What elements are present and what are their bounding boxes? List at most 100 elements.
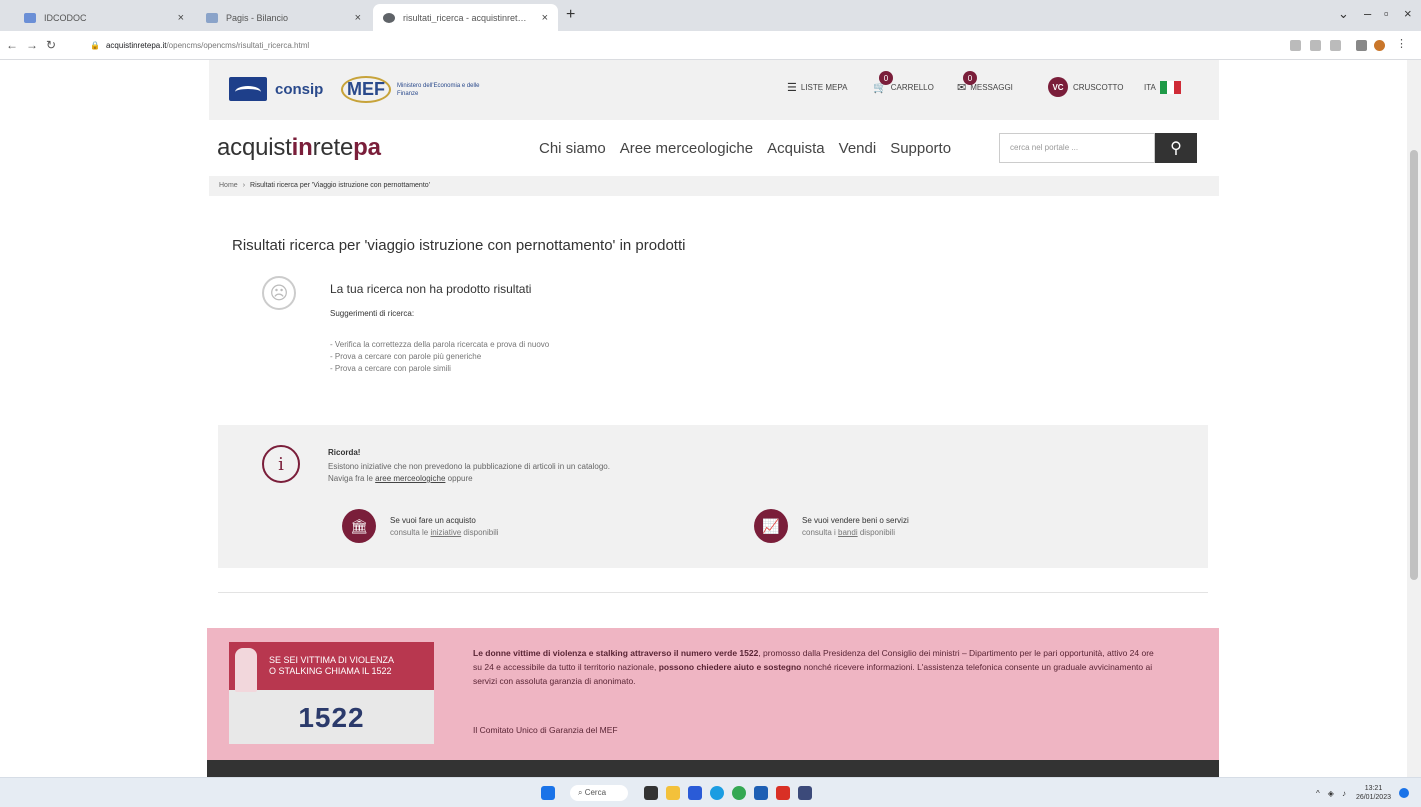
text: consulta i	[802, 527, 836, 537]
store-icon[interactable]	[688, 786, 702, 800]
nav-chi-siamo[interactable]: Chi siamo	[539, 140, 606, 157]
logo-part: rete	[312, 134, 354, 161]
page-title: Risultati ricerca per 'viaggio istruzion…	[232, 237, 686, 254]
1522-card[interactable]: SE SEI VITTIMA DI VIOLENZA O STALKING CH…	[229, 642, 434, 744]
buy-sub: consulta le iniziative disponibili	[390, 528, 499, 537]
share-icon[interactable]	[1310, 40, 1321, 51]
restore-icon[interactable]: ▫	[1384, 6, 1389, 21]
chevron-down-icon[interactable]: ⌄	[1338, 6, 1349, 22]
suggestions-list: - Verifica la correttezza della parola r…	[330, 339, 549, 375]
breadcrumb-current: Risultati ricerca per 'Viaggio istruzion…	[250, 182, 431, 189]
sell-sub: consulta i bandi disponibili	[802, 528, 909, 537]
chrome-icon[interactable]	[732, 786, 746, 800]
cruscotto-link[interactable]: VC CRUSCOTTO	[1048, 77, 1124, 97]
minimize-icon[interactable]: –	[1364, 6, 1371, 21]
star-icon[interactable]	[1330, 40, 1341, 51]
logo-part: pa	[353, 134, 381, 161]
card-line1: SE SEI VITTIMA DI VIOLENZA	[269, 655, 395, 665]
tab-risultati[interactable]: risultati_ricerca - acquistinret… ×	[373, 4, 558, 31]
bank-icon[interactable]: 🏛	[342, 509, 376, 543]
nav-acquista[interactable]: Acquista	[767, 140, 825, 157]
chevron-up-icon[interactable]: ^	[1316, 789, 1320, 798]
chart-icon[interactable]: 📈	[754, 509, 788, 543]
app-icon[interactable]	[776, 786, 790, 800]
violence-signature: Il Comitato Unico di Garanzia del MEF	[473, 725, 618, 735]
messaggi-link[interactable]: ✉ 0 MESSAGGI	[957, 71, 1013, 94]
close-icon[interactable]: ×	[178, 12, 184, 24]
new-tab-icon[interactable]: +	[566, 6, 575, 24]
mail-icon[interactable]	[754, 786, 768, 800]
consip-logo[interactable]: consip	[229, 77, 323, 101]
scrollbar[interactable]	[1407, 60, 1421, 777]
url-field[interactable]: 🔒 acquistinretepa.it /opencms/opencms/ri…	[90, 35, 1250, 56]
cart-icon: 🛒 0	[873, 71, 893, 94]
iniziative-link[interactable]: iniziative	[430, 528, 461, 537]
carrello-link[interactable]: 🛒 0 CARRELLO	[873, 71, 934, 94]
search-button[interactable]: ⚲	[1155, 133, 1197, 163]
clock[interactable]: 13:21 26/01/2023	[1356, 784, 1391, 802]
text: disponibili	[859, 527, 895, 537]
info-line2: Naviga fra le aree merceologiche oppure	[328, 473, 610, 485]
italy-flag-icon	[1159, 81, 1181, 94]
main-nav: Chi siamo Aree merceologiche Acquista Ve…	[539, 140, 965, 157]
url-path: /opencms/opencms/risultati_ricerca.html	[166, 41, 310, 50]
ricorda-title: Ricorda!	[328, 448, 361, 457]
text: consulta le	[390, 527, 429, 537]
menu-icon[interactable]: ⋮	[1396, 37, 1407, 50]
app-icon[interactable]	[798, 786, 812, 800]
taskbar: ⌕ Cerca ^ ◈ ♪ 13:21 26/01/2023	[0, 777, 1421, 807]
browser-tabbar: IDCODOC × Pagis - Bilancio × risultati_r…	[0, 0, 1421, 31]
edge-icon[interactable]	[710, 786, 724, 800]
sell-title: Se vuoi vendere beni o servizi	[802, 515, 909, 525]
tab-idcodoc[interactable]: IDCODOC ×	[14, 4, 194, 31]
card-number: 1522	[298, 702, 365, 733]
breadcrumb-home[interactable]: Home	[219, 182, 238, 189]
info-icon: i	[262, 445, 300, 483]
profile-icon[interactable]	[1374, 40, 1385, 51]
nav-aree-merceologiche[interactable]: Aree merceologiche	[620, 140, 753, 157]
scrollbar-thumb[interactable]	[1410, 150, 1418, 580]
volume-icon[interactable]: ♪	[1342, 789, 1346, 798]
close-icon[interactable]: ×	[355, 12, 361, 24]
close-icon[interactable]: ×	[542, 12, 548, 24]
taskbar-search[interactable]: ⌕ Cerca	[570, 785, 628, 801]
info-panel: i Ricorda! Esistono iniziative che non p…	[218, 425, 1208, 568]
address-bar: ← → ↻ 🔒 acquistinretepa.it /opencms/open…	[0, 31, 1421, 60]
nav-vendi[interactable]: Vendi	[839, 140, 877, 157]
footer	[207, 760, 1219, 777]
aree-merceologiche-link[interactable]: aree merceologiche	[375, 474, 445, 483]
cruscotto-label: CRUSCOTTO	[1073, 82, 1124, 92]
zoom-icon[interactable]	[1290, 40, 1301, 51]
tab-label: risultati_ricerca - acquistinret…	[403, 12, 527, 23]
close-window-icon[interactable]: ×	[1404, 6, 1412, 21]
file-explorer-icon[interactable]	[666, 786, 680, 800]
tab-pagis[interactable]: Pagis - Bilancio ×	[196, 4, 371, 31]
back-icon[interactable]: ←	[6, 38, 18, 52]
text: oppure	[447, 474, 473, 483]
reload-icon[interactable]: ↻	[46, 38, 56, 52]
bandi-link[interactable]: bandi	[838, 528, 858, 537]
forward-icon[interactable]: →	[26, 38, 38, 52]
page: consip MEF Ministero dell'Economia e del…	[0, 60, 1421, 777]
sidebar-icon[interactable]	[1356, 40, 1367, 51]
buy-title: Se vuoi fare un acquisto	[390, 515, 476, 525]
site-logo[interactable]: acquistinretepa	[217, 134, 381, 162]
nav-supporto[interactable]: Supporto	[890, 140, 951, 157]
language-selector[interactable]: ITA	[1144, 81, 1181, 94]
card-header: SE SEI VITTIMA DI VIOLENZA O STALKING CH…	[229, 642, 434, 690]
institutional-bar: consip MEF Ministero dell'Economia e del…	[209, 60, 1219, 120]
violence-banner: SE SEI VITTIMA DI VIOLENZA O STALKING CH…	[207, 628, 1219, 760]
liste-mepa-link[interactable]: ☰ LISTE MEPA	[787, 81, 847, 94]
notification-icon[interactable]	[1399, 788, 1409, 798]
network-icon[interactable]: ◈	[1328, 789, 1334, 798]
search-icon: ⚲	[1170, 140, 1182, 157]
windows-start-icon[interactable]	[541, 786, 555, 800]
text: disponibili	[463, 527, 499, 537]
search-input[interactable]: cerca nel portale ...	[999, 133, 1155, 163]
breadcrumb-separator: ›	[242, 182, 246, 189]
clock-date: 26/01/2023	[1355, 794, 1391, 801]
mef-logo[interactable]: MEF Ministero dell'Economia e delle Fina…	[341, 76, 487, 103]
task-view-icon[interactable]	[644, 786, 658, 800]
text-bold: Le donne vittime di violenza e stalking …	[473, 648, 759, 658]
list-item: - Prova a cercare con parole simili	[330, 364, 451, 373]
